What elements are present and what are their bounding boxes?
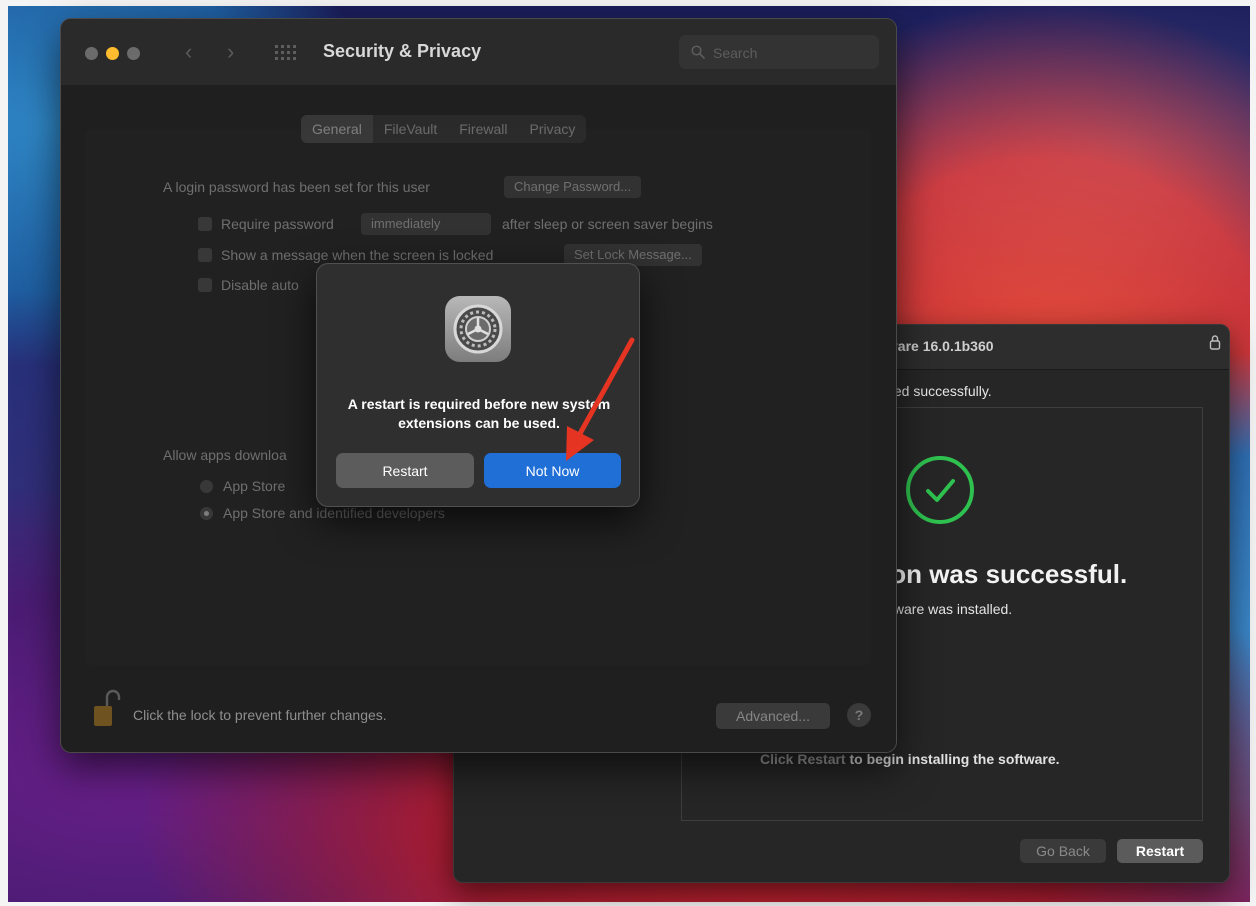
after-sleep-text: after sleep or screen saver begins [502, 216, 713, 232]
help-button[interactable]: ? [847, 703, 871, 727]
app-store-radio[interactable] [200, 480, 213, 493]
advanced-button[interactable]: Advanced... [716, 703, 830, 729]
checkmark-circle-icon [906, 456, 974, 524]
zoom-window-button[interactable] [127, 47, 140, 60]
installation-detail-text: tware was installed. [890, 601, 1013, 617]
search-icon [691, 45, 705, 59]
pane-tabs: General FileVault Firewall Privacy [301, 115, 587, 143]
show-all-grid-icon[interactable] [275, 45, 296, 60]
installer-title: vare 16.0.1b360 [890, 338, 994, 354]
close-window-button[interactable] [85, 47, 98, 60]
lock-status-text: Click the lock to prevent further change… [133, 707, 387, 723]
restart-hint-prefix: Click Restart [760, 751, 846, 767]
search-input[interactable] [711, 41, 875, 65]
alert-restart-button[interactable]: Restart [336, 453, 474, 488]
allow-apps-label: Allow apps downloa [163, 447, 287, 463]
system-preferences-gear-icon [445, 296, 511, 362]
app-store-identified-radio[interactable] [200, 507, 213, 520]
tab-firewall[interactable]: Firewall [448, 115, 518, 143]
show-message-label: Show a message when the screen is locked [221, 247, 494, 263]
window-toolbar: ‹ › Security & Privacy [61, 19, 896, 85]
app-store-radio-label: App Store [223, 478, 286, 494]
back-chevron-icon[interactable]: ‹ [185, 39, 192, 65]
require-password-select[interactable]: immediately [361, 213, 491, 235]
show-message-checkbox[interactable] [198, 248, 212, 262]
installer-restart-button[interactable]: Restart [1117, 839, 1203, 863]
lock-icon [1209, 335, 1221, 350]
tab-general[interactable]: General [301, 115, 373, 143]
restart-hint-text: Click Restart to begin installing the so… [760, 751, 1060, 767]
change-password-button[interactable]: Change Password... [504, 176, 642, 198]
not-now-button[interactable]: Not Now [484, 453, 621, 488]
unlocked-padlock-icon[interactable] [91, 689, 121, 729]
disable-auto-login-checkbox[interactable] [198, 278, 212, 292]
tab-privacy[interactable]: Privacy [518, 115, 586, 143]
require-password-label: Require password [221, 216, 334, 232]
restart-hint-suffix: to begin installing the software. [845, 751, 1060, 767]
search-field[interactable] [679, 35, 879, 69]
installation-success-heading: ion was successful. [883, 559, 1128, 589]
alert-message: A restart is required before new system … [347, 396, 611, 431]
login-password-text: A login password has been set for this u… [163, 179, 430, 195]
installer-subtitle: ted successfully. [890, 383, 992, 399]
restart-required-alert: A restart is required before new system … [316, 263, 640, 507]
forward-chevron-icon[interactable]: › [227, 39, 234, 65]
go-back-button[interactable]: Go Back [1020, 839, 1106, 863]
disable-auto-login-label: Disable auto [221, 277, 299, 293]
require-password-checkbox[interactable] [198, 217, 212, 231]
window-title: Security & Privacy [323, 41, 482, 61]
app-store-identified-radio-label: App Store and identified developers [223, 505, 445, 521]
minimize-window-button[interactable] [106, 47, 119, 60]
tab-filevault[interactable]: FileVault [373, 115, 448, 143]
